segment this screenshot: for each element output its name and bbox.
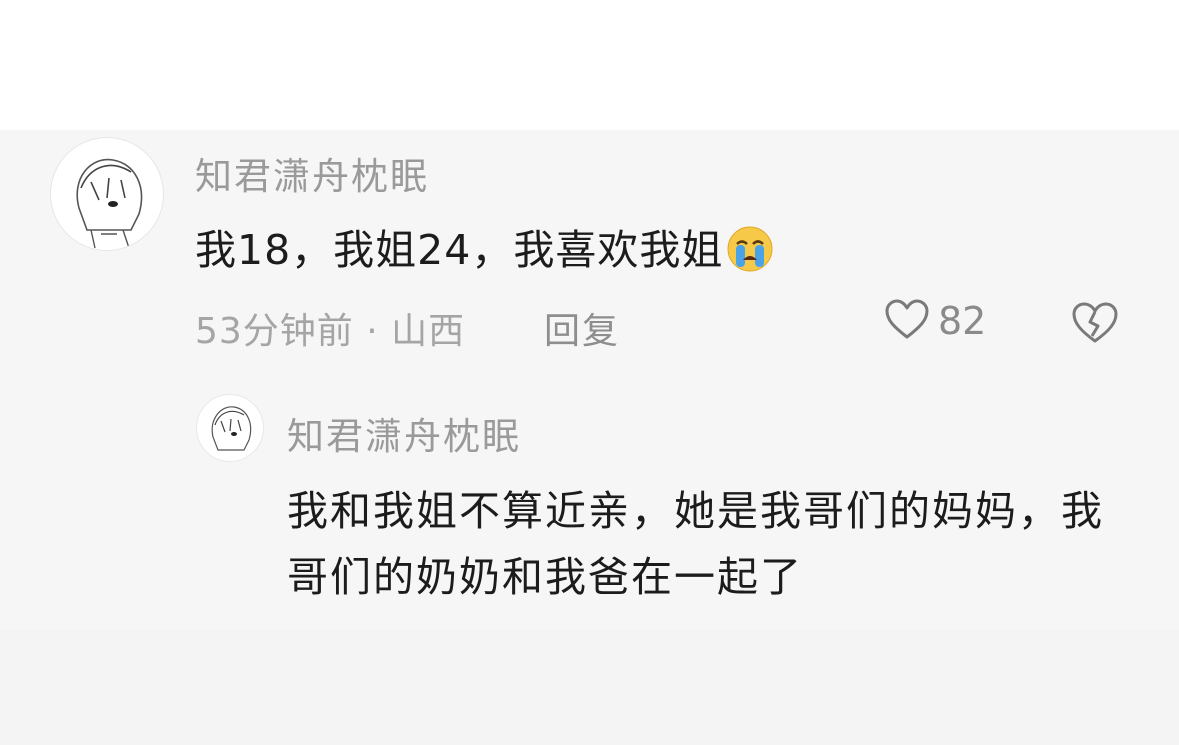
like-button[interactable]: 82 [884, 298, 986, 344]
reply-avatar[interactable] [196, 394, 264, 462]
top-blank-area [0, 0, 1179, 130]
reply-button[interactable]: 回复 [544, 302, 620, 354]
reply-username[interactable]: 知君潇舟枕眠 [287, 406, 521, 460]
like-count: 82 [938, 299, 987, 343]
comment-meta: 53分钟前 · 山西 [195, 311, 466, 352]
comment-text: 我18，我姐24，我喜欢我姐 [195, 216, 775, 284]
broken-heart-icon[interactable] [1070, 300, 1120, 348]
comment-body: 我18，我姐24，我喜欢我姐 [195, 226, 724, 274]
avatar[interactable] [50, 137, 164, 251]
loudly-crying-face-icon [725, 224, 775, 284]
bottom-blank-area [0, 630, 1179, 745]
heart-icon[interactable] [884, 298, 930, 344]
comment-username[interactable]: 知君潇舟枕眠 [195, 146, 429, 200]
reply-text: 我和我姐不算近亲，她是我哥们的妈妈，我哥们的奶奶和我爸在一起了 [287, 487, 1104, 601]
